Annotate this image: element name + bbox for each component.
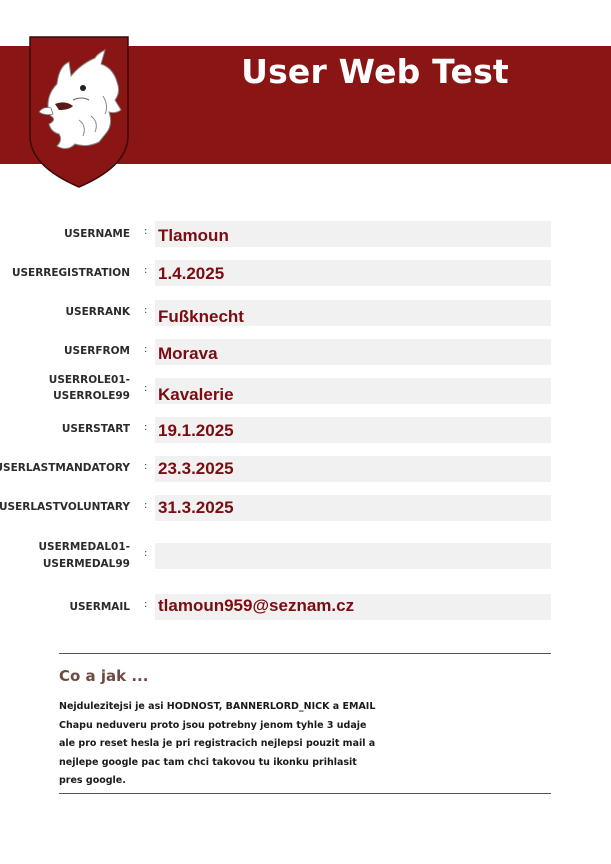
field-label-line1: USERMEDAL01- (38, 541, 130, 553)
userrole-value: Kavalerie (158, 385, 234, 404)
userfrom-value: Morava (158, 344, 218, 363)
field-separator: : (144, 226, 148, 237)
userrank-value: Fußknecht (158, 307, 244, 326)
info-section-text: Nejdulezitejsi je asi HODNOST, BANNERLOR… (59, 701, 376, 786)
field-label: USERRANK (65, 306, 130, 318)
userlastmandatory-value: 23.3.2025 (158, 459, 234, 478)
divider (59, 653, 551, 654)
field-separator: : (144, 265, 148, 276)
field-label: USERREGISTRATION (11, 267, 130, 279)
field-separator: : (144, 422, 148, 433)
field-label: USERNAME (64, 228, 130, 240)
userregistration-value: 1.4.2025 (158, 264, 225, 283)
field-label: USERLASTVOLUNTARY (0, 501, 130, 513)
usermail-value: tlamoun959@seznam.cz (158, 596, 355, 615)
field-label-line1: USERROLE01- (48, 374, 130, 386)
field-separator: : (144, 599, 148, 610)
field-separator: : (144, 383, 148, 394)
userstart-value: 19.1.2025 (158, 421, 234, 440)
page-title: User Web Test (241, 52, 509, 91)
field-label-line2: USERMEDAL99 (42, 558, 130, 570)
field-label: USERLASTMANDATORY (0, 462, 130, 474)
field-separator: : (144, 344, 148, 355)
field-label: USERFROM (64, 345, 130, 357)
field-separator: : (144, 500, 148, 511)
field-label: USERMAIL (69, 601, 130, 613)
divider (59, 793, 551, 794)
field-separator: : (144, 548, 148, 559)
wolf-head-shield-icon (29, 36, 129, 188)
usermedal-field[interactable] (155, 543, 551, 569)
userlastvoluntary-value: 31.3.2025 (158, 498, 234, 517)
field-label-line2: USERROLE99 (53, 390, 130, 402)
username-value: Tlamoun (158, 226, 229, 245)
info-section-title: Co a jak ... (59, 667, 149, 685)
field-separator: : (144, 305, 148, 316)
field-label: USERSTART (61, 423, 130, 435)
field-separator: : (144, 461, 148, 472)
